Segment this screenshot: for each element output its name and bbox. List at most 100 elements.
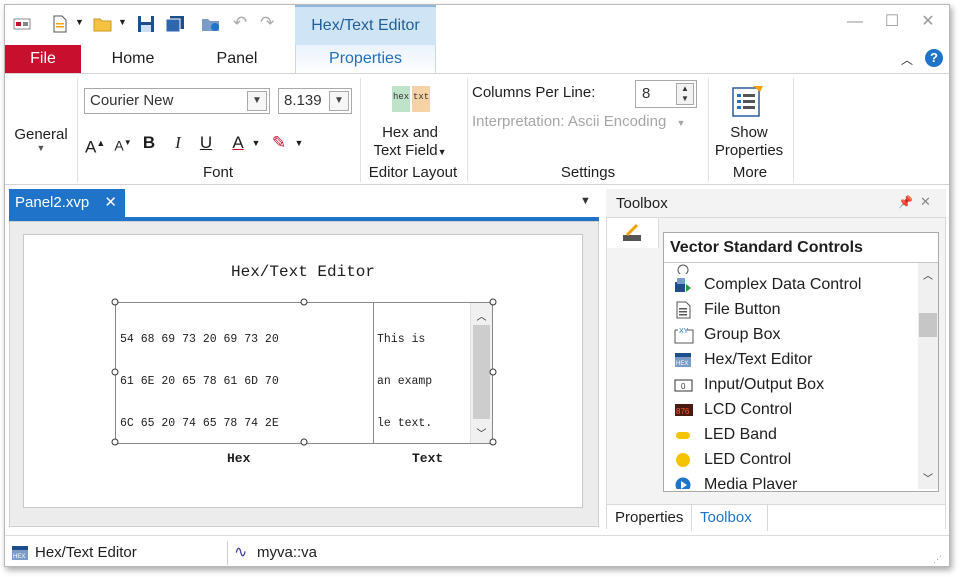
list-item-label: Complex Data Control bbox=[704, 276, 862, 293]
list-item-label: Group Box bbox=[704, 326, 781, 343]
list-item[interactable]: XY Group Box bbox=[670, 323, 920, 347]
tab-properties[interactable]: Properties bbox=[295, 45, 436, 73]
open-folder-icon[interactable] bbox=[93, 15, 112, 33]
scroll-up-icon[interactable]: ︿ bbox=[918, 267, 938, 282]
font-size-combo[interactable]: 8.139 ▼ bbox=[278, 88, 352, 114]
open-dropdown-icon[interactable]: ▼ bbox=[118, 17, 127, 27]
hex-text-layout-icon: hex txt bbox=[391, 84, 431, 114]
ribbon-tabs: File Home Panel Properties ︿ ? bbox=[5, 45, 949, 73]
collapse-ribbon-icon[interactable]: ︿ bbox=[901, 51, 913, 68]
lcd-icon: 876 bbox=[674, 401, 693, 419]
file-button-icon bbox=[674, 301, 692, 319]
separator bbox=[691, 505, 692, 531]
italic-icon[interactable]: I bbox=[171, 132, 185, 154]
control-items: Complex Data Control File Button XY Grou… bbox=[670, 263, 920, 489]
tab-toolbox-panel[interactable]: Toolbox bbox=[700, 509, 752, 526]
undo-icon[interactable]: ↶ bbox=[233, 13, 247, 33]
underline-icon[interactable]: U bbox=[198, 132, 214, 154]
list-item[interactable]: HEX Hex/Text Editor bbox=[670, 348, 920, 372]
general-dropdown-icon: ▼ bbox=[36, 143, 46, 153]
list-item-label: LED Band bbox=[704, 426, 777, 443]
minimize-button[interactable]: — bbox=[842, 11, 868, 33]
toolbox-bottom-tabs: Properties Toolbox bbox=[607, 504, 945, 531]
font-color-dropdown-icon[interactable]: ▼ bbox=[251, 132, 261, 154]
panel-canvas[interactable]: Hex/Text Editor 54 68 69 73 20 69 73 20 … bbox=[23, 234, 583, 508]
list-item-label: Hex/Text Editor bbox=[704, 351, 813, 368]
new-dropdown-icon[interactable]: ▼ bbox=[75, 17, 84, 27]
variable-icon: ∿ bbox=[234, 544, 248, 561]
highlight-dropdown-icon[interactable]: ▼ bbox=[294, 132, 304, 154]
show-props-line2: Properties bbox=[714, 142, 784, 159]
scroll-down-icon[interactable]: ﹀ bbox=[918, 470, 938, 485]
spinner-arrows-icon[interactable]: ▲ ▼ bbox=[676, 83, 694, 105]
svg-text:HEX: HEX bbox=[13, 554, 25, 560]
list-item[interactable]: LED Band bbox=[670, 423, 920, 447]
separator bbox=[793, 78, 794, 182]
list-item[interactable]: File Button bbox=[670, 298, 920, 322]
grow-font-icon[interactable]: A▲ bbox=[85, 132, 105, 157]
interpretation-dropdown: Interpretation: Ascii Encoding ▼ bbox=[472, 113, 685, 130]
list-item-label: Input/Output Box bbox=[704, 376, 825, 393]
list-item-label: LED Control bbox=[704, 451, 792, 468]
list-item[interactable]: LED Control bbox=[670, 448, 920, 472]
group-box-icon: XY bbox=[674, 326, 694, 344]
save-all-icon[interactable] bbox=[165, 15, 184, 33]
list-item-label: Media Player bbox=[704, 476, 798, 489]
show-props-line1: Show bbox=[730, 124, 768, 141]
font-group-label: Font bbox=[202, 164, 233, 181]
led-band-icon bbox=[674, 426, 692, 444]
svg-text:HEX: HEX bbox=[676, 361, 688, 367]
maximize-button[interactable]: ☐ bbox=[879, 11, 905, 33]
led-control-icon bbox=[674, 451, 692, 469]
project-folder-icon[interactable] bbox=[201, 15, 219, 33]
tab-properties-panel[interactable]: Properties bbox=[615, 509, 683, 526]
close-icon[interactable]: ✕ bbox=[920, 194, 931, 210]
resize-grip-icon[interactable]: ⋰ bbox=[933, 554, 942, 565]
more-label: More bbox=[732, 164, 768, 181]
hex-editor-icon: HEX bbox=[674, 351, 692, 369]
svg-text:876: 876 bbox=[676, 407, 690, 416]
bold-icon[interactable]: B bbox=[141, 132, 157, 154]
close-icon[interactable]: ✕ bbox=[104, 189, 117, 217]
new-file-icon[interactable] bbox=[51, 15, 69, 33]
list-item[interactable]: Complex Data Control bbox=[670, 273, 920, 297]
chevron-down-icon[interactable]: ▼ bbox=[329, 91, 349, 111]
help-icon[interactable]: ? bbox=[925, 49, 943, 67]
category-header[interactable]: Vector Standard Controls bbox=[664, 233, 938, 263]
hex-and-text-field-button[interactable]: Hex and Text Field▼ bbox=[365, 124, 455, 161]
font-name-combo[interactable]: Courier New ▼ bbox=[84, 88, 270, 114]
ribbon: General ▼ Courier New ▼ 8.139 ▼ A▲ A▼ B … bbox=[5, 73, 949, 185]
font-color-icon[interactable]: A bbox=[229, 132, 247, 154]
selection-handles[interactable] bbox=[109, 296, 501, 450]
list-item[interactable]: 876 LCD Control bbox=[670, 398, 920, 422]
list-item[interactable]: 0 Input/Output Box bbox=[670, 373, 920, 397]
close-button[interactable]: ✕ bbox=[915, 11, 941, 33]
main-window: ▼ ▼ ↶ ↷ Hex/Text Editor — ☐ ✕ File Home … bbox=[4, 4, 950, 567]
text-caption: Text bbox=[412, 451, 444, 466]
app-menu-icon[interactable] bbox=[13, 15, 31, 33]
redo-icon[interactable]: ↷ bbox=[260, 13, 274, 33]
tab-home[interactable]: Home bbox=[85, 45, 181, 73]
pin-icon[interactable]: 📌 bbox=[898, 195, 913, 209]
status-variable: myva::va bbox=[257, 544, 318, 561]
separator bbox=[767, 505, 768, 531]
highlight-color-icon[interactable]: ✎ bbox=[269, 132, 289, 154]
document-tab[interactable]: Panel2.xvp ✕ bbox=[9, 189, 125, 217]
separator bbox=[77, 78, 78, 182]
toolbox-category-tab[interactable] bbox=[607, 218, 659, 248]
show-properties-button[interactable]: Show Properties bbox=[705, 124, 793, 160]
separator bbox=[467, 78, 468, 182]
chevron-down-icon[interactable]: ▼ bbox=[247, 91, 267, 111]
media-player-icon bbox=[674, 476, 692, 489]
hex-icon-right-text: txt bbox=[413, 92, 430, 102]
save-icon[interactable] bbox=[137, 15, 155, 33]
tab-file[interactable]: File bbox=[5, 45, 81, 73]
list-item[interactable]: Media Player bbox=[670, 473, 920, 489]
tab-panel[interactable]: Panel bbox=[191, 45, 283, 73]
shrink-font-icon[interactable]: A▼ bbox=[113, 132, 133, 154]
document-list-dropdown-icon[interactable]: ▼ bbox=[580, 195, 591, 207]
scrollbar-thumb[interactable] bbox=[919, 313, 937, 337]
toolbox-scrollbar[interactable]: ︿ ﹀ bbox=[918, 263, 938, 489]
columns-per-line-spinner[interactable]: 8 ▲ ▼ bbox=[635, 80, 697, 108]
general-button[interactable]: General ▼ bbox=[11, 126, 71, 153]
